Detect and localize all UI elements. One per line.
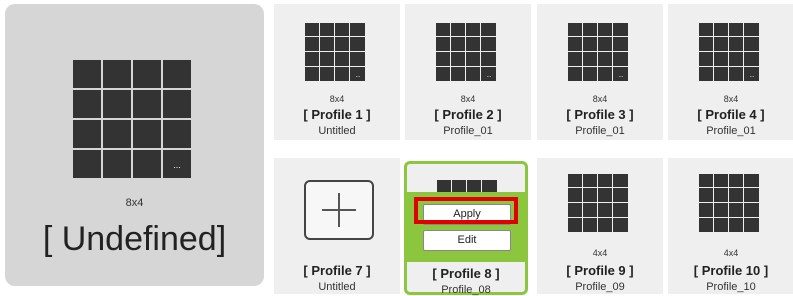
profile-name: [ Profile 9 ] [566, 263, 634, 278]
profile-name: [ Profile 3 ] [566, 107, 634, 122]
layout-dimension: 8x4 [723, 94, 739, 104]
grid-layout-icon: ... [568, 23, 628, 81]
add-layout-button[interactable] [304, 180, 374, 240]
profile-subtitle: Untitled [318, 281, 356, 293]
profile-name: [ Profile 2 ] [434, 107, 502, 122]
profile-subtitle: Profile_01 [575, 125, 625, 137]
plus-icon-vertical [338, 193, 340, 227]
more-indicator: ... [486, 73, 491, 79]
more-indicator: ... [355, 73, 360, 79]
profile-card-3[interactable]: ... 8x4 [ Profile 3 ] Profile_01 [537, 4, 663, 140]
layout-dimension: 8x4 [460, 94, 476, 104]
layout-dimension: 8x4 [329, 94, 345, 104]
layout-dimension: 8x4 [592, 94, 608, 104]
profile-card-8[interactable]: Apply Edit [ Profile 8 ] Profile_08 [404, 161, 528, 296]
apply-highlight [414, 197, 518, 224]
profile-subtitle: Profile_08 [441, 284, 491, 296]
profile-card-7[interactable]: [ Profile 7 ] Untitled [274, 158, 400, 294]
undefined-layout-panel[interactable]: ... 8x4 [ Undefined] [5, 4, 264, 286]
more-indicator: ... [173, 160, 181, 170]
profile-subtitle: Untitled [318, 125, 356, 137]
profile-card-9[interactable]: 4x4 [ Profile 9 ] Profile_09 [537, 158, 663, 294]
profile-subtitle: Profile_10 [706, 281, 756, 293]
profile-name: [ Profile 4 ] [697, 107, 765, 122]
profile-subtitle: Profile_01 [706, 125, 756, 137]
profile-card-1[interactable]: ... 8x4 [ Profile 1 ] Untitled [274, 4, 400, 140]
more-indicator: ... [749, 73, 754, 79]
profile-card-10[interactable]: 4x4 [ Profile 10 ] Profile_10 [668, 158, 793, 294]
grid-layout-icon: ... [305, 23, 365, 81]
layout-dimension: 8x4 [125, 197, 144, 209]
profile-card-2[interactable]: ... 8x4 [ Profile 2 ] Profile_01 [405, 4, 531, 140]
profile-card-4[interactable]: ... 8x4 [ Profile 4 ] Profile_01 [668, 4, 793, 140]
undefined-title: [ Undefined] [42, 220, 227, 258]
more-indicator: ... [618, 73, 623, 79]
layout-dimension: 4x4 [723, 248, 739, 258]
grid-layout-icon [699, 174, 759, 232]
profile-name: [ Profile 7 ] [303, 263, 371, 278]
edit-button[interactable]: Edit [423, 230, 511, 251]
grid-layout-icon: ... [699, 23, 759, 81]
profile-subtitle: Profile_01 [443, 125, 493, 137]
profile-name: [ Profile 10 ] [693, 263, 769, 278]
grid-layout-icon [568, 174, 628, 232]
grid-layout-icon: ... [436, 23, 496, 81]
profile-subtitle: Profile_09 [575, 281, 625, 293]
grid-layout-icon [437, 180, 497, 192]
layout-dimension: 4x4 [592, 248, 608, 258]
profile-name: [ Profile 8 ] [432, 266, 500, 281]
profile-name: [ Profile 1 ] [303, 107, 371, 122]
grid-layout-icon: ... [73, 60, 191, 178]
